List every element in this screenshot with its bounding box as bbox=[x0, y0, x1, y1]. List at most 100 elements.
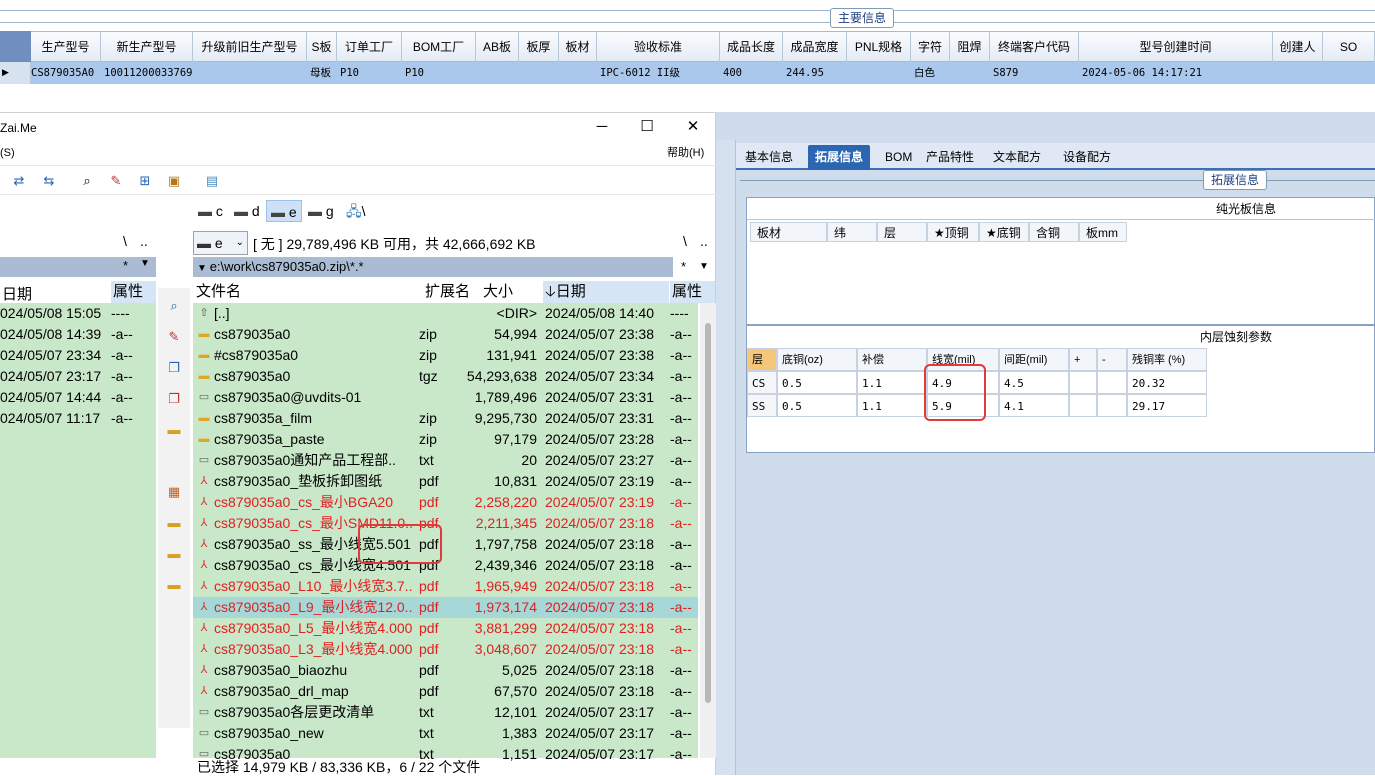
menu-item-s[interactable]: (S) bbox=[0, 143, 15, 163]
row-selector[interactable]: ▶ bbox=[0, 62, 31, 84]
sync-dirs-icon[interactable]: ⊞ bbox=[136, 172, 154, 190]
list-item[interactable]: 024/05/07 23:34 -a-- bbox=[0, 345, 156, 366]
file-row[interactable]: ⅄ cs879035a0_L3_最小线宽4.000 pdf 3,048,607 2024… bbox=[193, 639, 698, 660]
list-item[interactable]: 024/05/07 11:17 -a-- bbox=[0, 408, 156, 429]
col-date[interactable]: 🡣日期 bbox=[543, 281, 669, 303]
folder-add-icon[interactable]: ▬ bbox=[166, 515, 182, 531]
tab-item[interactable]: 产品特性 bbox=[919, 145, 981, 170]
drive-button[interactable]: ▬ e bbox=[266, 200, 302, 222]
grid-col-header[interactable]: 终端客户代码 bbox=[990, 32, 1079, 63]
grid-col-header[interactable]: S板 bbox=[307, 32, 337, 63]
drive-button[interactable]: 🖧\ bbox=[342, 200, 370, 222]
etch-col-header[interactable]: - bbox=[1097, 348, 1127, 371]
menu-item-help[interactable]: 帮助(H) bbox=[667, 143, 704, 163]
grid-row-selected[interactable]: CS879035A0 10011200033769 母板 P10 P10 IPC-6012… bbox=[0, 62, 1375, 84]
file-row[interactable]: ▬ #cs879035a0 zip 131,941 2024/05/07 23:38 -a… bbox=[193, 345, 698, 366]
file-row[interactable]: ▬ cs879035a0 zip 54,994 2024/05/07 23:38 -a-- bbox=[193, 324, 698, 345]
parent-button[interactable]: .. bbox=[700, 233, 708, 249]
col-ext[interactable]: 扩展名 bbox=[425, 281, 470, 303]
multi-rename-icon[interactable]: ✎ bbox=[107, 172, 125, 190]
grid-col-header[interactable]: 新生产型号 bbox=[101, 32, 193, 63]
file-row[interactable]: ▬ cs879035a0 tgz 54,293,638 2024/05/07 23:34… bbox=[193, 366, 698, 387]
etch-col-header[interactable]: 层 bbox=[747, 348, 777, 371]
grid-col-header[interactable]: SO bbox=[1323, 32, 1375, 63]
file-row[interactable]: ▭ cs879035a0@uvdits-01 1,789,496 2024/05/07… bbox=[193, 387, 698, 408]
grid-col-header[interactable]: 生产型号 bbox=[31, 32, 101, 63]
filter-star[interactable]: * bbox=[123, 258, 128, 273]
etch-cell[interactable]: 0.5 bbox=[777, 371, 857, 394]
new-folder-icon[interactable]: ▬ bbox=[166, 422, 182, 438]
etch-cell[interactable]: 1.1 bbox=[857, 371, 927, 394]
file-row[interactable]: ▭ cs879035a0各层更改清单 txt 12,101 2024/05/07 23:… bbox=[193, 702, 698, 723]
drive-button[interactable]: ▬ d bbox=[230, 200, 264, 222]
grid-col-header[interactable]: 成品宽度 bbox=[783, 32, 847, 63]
folder-icon[interactable]: ▬ bbox=[166, 577, 182, 593]
tab-item[interactable]: 设备配方 bbox=[1056, 145, 1118, 170]
parent-button[interactable]: .. bbox=[140, 233, 148, 249]
grid-col-header[interactable]: 阻焊 bbox=[950, 32, 990, 63]
col-date[interactable]: 日期 bbox=[2, 283, 32, 304]
tab-item[interactable]: 文本配方 bbox=[986, 145, 1048, 170]
bare-board-col[interactable]: ★底铜 bbox=[979, 222, 1029, 242]
etch-cell[interactable]: 4.1 bbox=[999, 394, 1069, 417]
chevron-down-icon[interactable]: ▼ bbox=[140, 258, 150, 269]
file-row[interactable]: ▬ cs879035a_paste zip 97,179 2024/05/07 23:2… bbox=[193, 429, 698, 450]
maximize-icon[interactable]: ☐ bbox=[637, 119, 657, 135]
grid-col-header[interactable]: 板材 bbox=[559, 32, 597, 63]
file-row[interactable]: ⅄ cs879035a0_ss_最小线宽5.501 pdf 1,797,758 2024… bbox=[193, 534, 698, 555]
binoculars-icon[interactable]: ⌕ bbox=[78, 172, 96, 190]
bare-board-col[interactable]: 板mm bbox=[1079, 222, 1127, 242]
copy-icon[interactable]: ❐ bbox=[166, 360, 182, 376]
file-row[interactable]: ⅄ cs879035a0_biaozhu pdf 5,025 2024/05/07 23… bbox=[193, 660, 698, 681]
drive-combo[interactable]: ▬ e ⌄ bbox=[193, 231, 248, 255]
grid-col-header[interactable]: 创建人 bbox=[1273, 32, 1323, 63]
drive-button[interactable]: ▬ c bbox=[194, 200, 227, 222]
bare-board-col[interactable]: 层 bbox=[877, 222, 927, 242]
file-row[interactable]: ⅄ cs879035a0_垫板拆卸图纸 pdf 10,831 2024/05/07 23… bbox=[193, 471, 698, 492]
url-icon[interactable]: ⇆ bbox=[40, 172, 58, 190]
etch-cell[interactable]: 0.5 bbox=[777, 394, 857, 417]
tab-item[interactable]: BOM bbox=[878, 145, 919, 170]
notepad-icon[interactable]: ▤ bbox=[203, 172, 221, 190]
file-row[interactable]: ▭ cs879035a0通知产品工程部.. txt 20 2024/05/07 23:2… bbox=[193, 450, 698, 471]
etch-cell[interactable] bbox=[1069, 371, 1097, 394]
etch-col-header[interactable]: 残铜率 (%) bbox=[1127, 348, 1207, 371]
grid-col-header[interactable]: AB板 bbox=[476, 32, 519, 63]
etch-cell[interactable]: 1.1 bbox=[857, 394, 927, 417]
chevron-down-icon[interactable]: ▼ bbox=[699, 257, 709, 277]
path-bar[interactable]: ▼ e:\work\cs879035a0.zip\*.* bbox=[193, 257, 673, 277]
scrollbar-thumb[interactable] bbox=[705, 323, 711, 703]
grid-col-header[interactable]: 字符 bbox=[911, 32, 950, 63]
grid-col-header[interactable]: 订单工厂 bbox=[337, 32, 402, 63]
bare-board-col[interactable]: 板材 bbox=[750, 222, 827, 242]
list-item[interactable]: 024/05/07 14:44 -a-- bbox=[0, 387, 156, 408]
etch-cell[interactable]: 4.5 bbox=[999, 371, 1069, 394]
col-size[interactable]: 大小 bbox=[483, 281, 513, 303]
root-button[interactable]: \ bbox=[683, 233, 687, 249]
etch-cell[interactable]: 20.32 bbox=[1127, 371, 1207, 394]
grid-col-header[interactable]: PNL规格 bbox=[847, 32, 911, 63]
etch-cell[interactable]: 29.17 bbox=[1127, 394, 1207, 417]
grid-col-header[interactable]: 升级前旧生产型号 bbox=[193, 32, 307, 63]
file-row[interactable]: ⅄ cs879035a0_drl_map pdf 67,570 2024/05/07 2… bbox=[193, 681, 698, 702]
etch-col-header[interactable]: + bbox=[1069, 348, 1097, 371]
edit-icon[interactable]: ✎ bbox=[166, 329, 182, 345]
col-name[interactable]: 文件名 bbox=[196, 281, 241, 303]
file-row[interactable]: ⅄ cs879035a0_cs_最小BGA20 pdf 2,258,220 2024/0… bbox=[193, 492, 698, 513]
file-row[interactable]: ⅄ cs879035a0_L10_最小线宽3.7.. pdf 1,965,949 202… bbox=[193, 576, 698, 597]
grid-col-header[interactable]: 验收标准 bbox=[597, 32, 720, 63]
view-icon[interactable]: ⌕ bbox=[166, 298, 182, 314]
etch-col-header[interactable]: 底铜(oz) bbox=[777, 348, 857, 371]
file-row[interactable]: ⅄ cs879035a0_L5_最小线宽4.000 pdf 3,881,299 2024… bbox=[193, 618, 698, 639]
list-item[interactable]: 024/05/07 23:17 -a-- bbox=[0, 366, 156, 387]
list-item[interactable]: 024/05/08 14:39 -a-- bbox=[0, 324, 156, 345]
etch-cell[interactable] bbox=[1097, 394, 1127, 417]
ftp-icon[interactable]: ⇄ bbox=[10, 172, 28, 190]
tab-item[interactable]: 拓展信息 bbox=[808, 145, 871, 170]
pack-icon[interactable]: ▣ bbox=[165, 172, 183, 190]
grid-col-header[interactable]: 成品长度 bbox=[720, 32, 783, 63]
file-row[interactable]: ⇧ [..] <DIR> 2024/05/08 14:40 ---- bbox=[193, 303, 698, 324]
etch-cell[interactable] bbox=[1097, 371, 1127, 394]
file-row[interactable]: ⅄ cs879035a0_cs_最小SMD11.0.. pdf 2,211,345 20… bbox=[193, 513, 698, 534]
move-icon[interactable]: ❐ bbox=[166, 391, 182, 407]
